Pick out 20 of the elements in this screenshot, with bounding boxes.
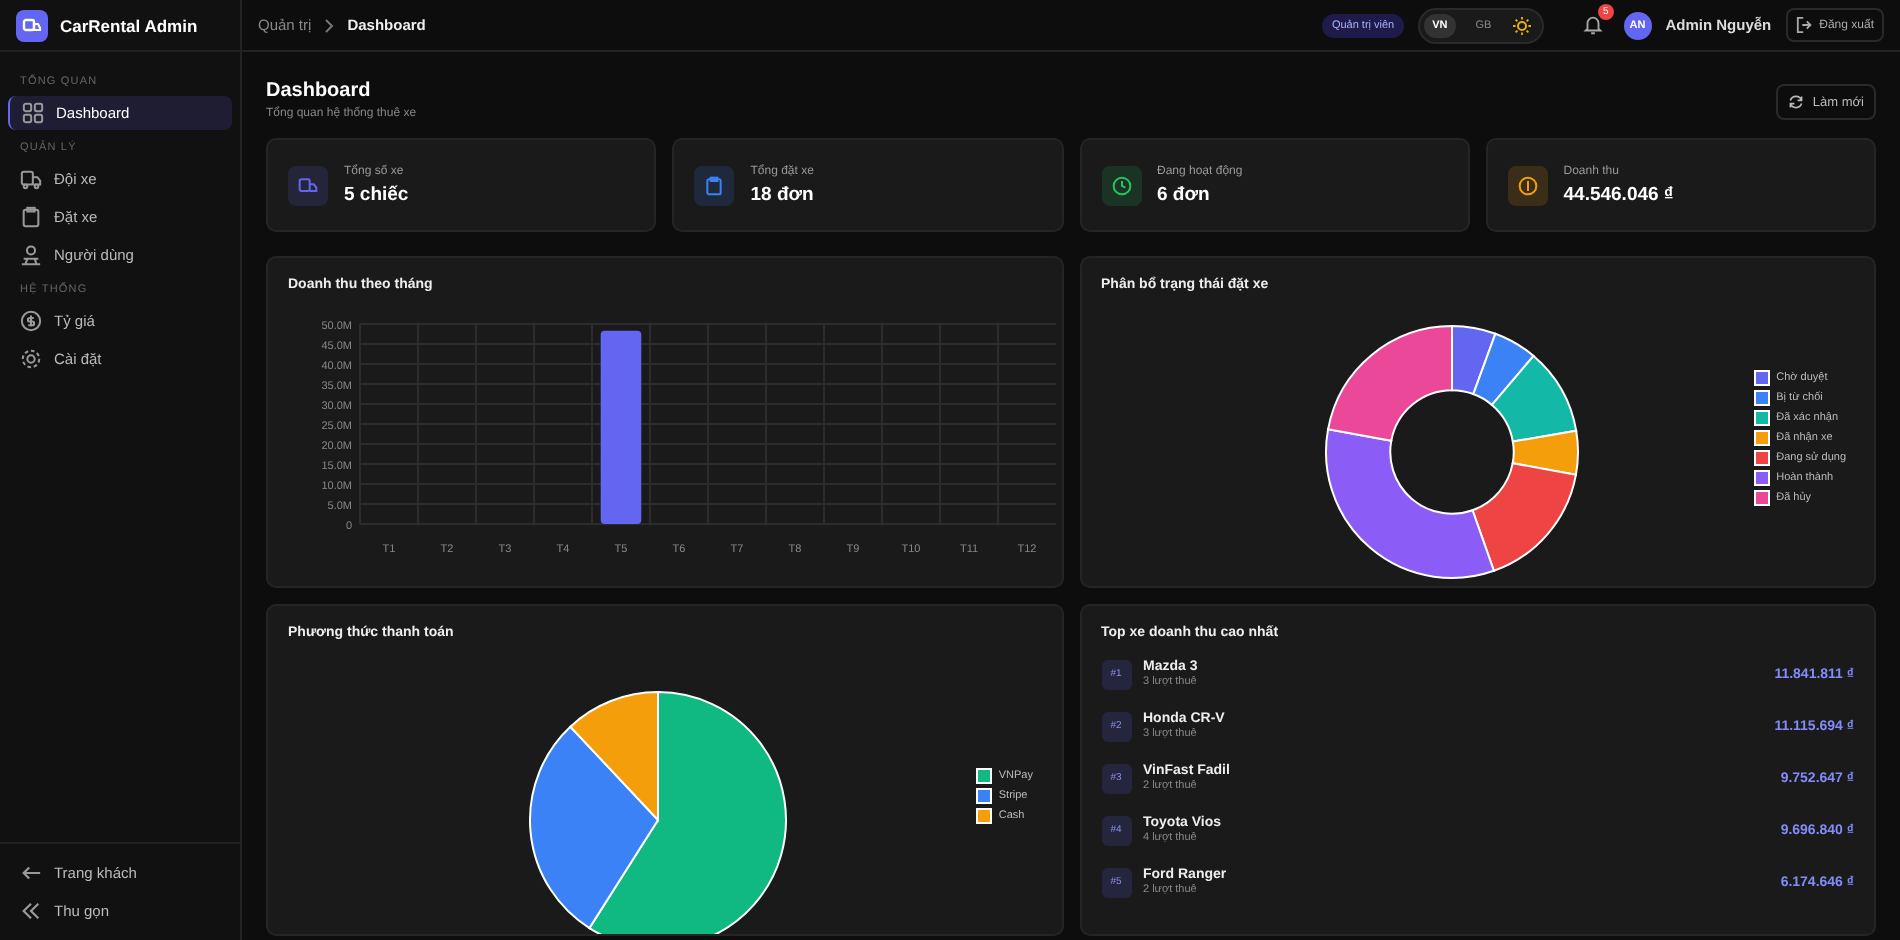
clipboard-icon <box>20 206 42 228</box>
page-title: Dashboard <box>266 80 373 102</box>
stat-value: 6 đơn <box>1157 183 1212 205</box>
arrow-left-icon <box>20 862 42 884</box>
settings-icon <box>20 348 42 370</box>
grid-icon <box>22 102 44 124</box>
refresh-icon <box>1788 94 1805 110</box>
bell-icon[interactable] <box>1582 14 1605 36</box>
logout-icon <box>1795 16 1814 34</box>
sun-icon[interactable] <box>1511 15 1532 35</box>
logo-icon <box>16 9 48 41</box>
car-icon <box>20 168 42 190</box>
app-title: CarRental Admin <box>60 15 198 35</box>
user-icon <box>20 244 42 266</box>
chevron-right-icon <box>323 17 336 33</box>
stat-value: 18 đơn <box>750 183 814 205</box>
double-chevron-icon <box>20 900 42 922</box>
stat-value: 44.546.046 ₫ <box>1563 183 1674 205</box>
stat-value: 5 chiếc <box>344 183 409 205</box>
coin-icon <box>20 310 42 332</box>
